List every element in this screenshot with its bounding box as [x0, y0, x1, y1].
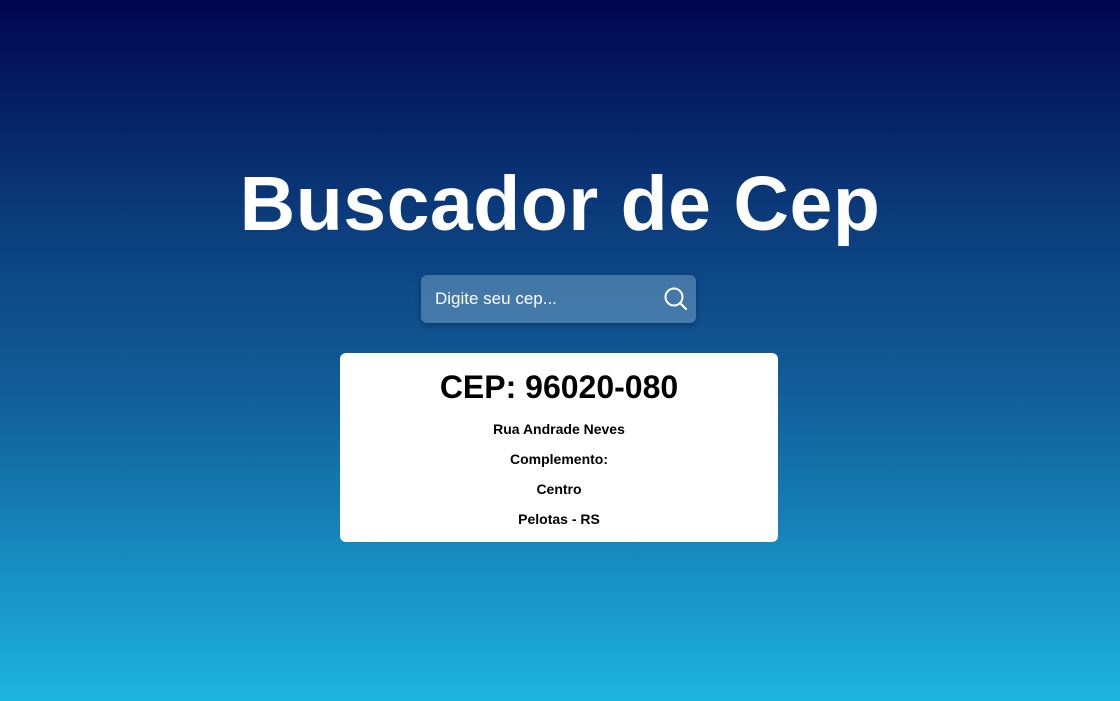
street-text: Rua Andrade Neves: [493, 421, 625, 437]
search-button[interactable]: [656, 275, 696, 323]
cep-search-input[interactable]: [421, 275, 656, 323]
city-state-text: Pelotas - RS: [518, 511, 600, 527]
complement-text: Complemento:: [510, 451, 608, 467]
district-text: Centro: [536, 481, 582, 497]
search-bar: [421, 275, 696, 323]
search-icon: [664, 287, 688, 311]
page-title: Buscador de Cep: [239, 161, 881, 247]
cep-heading: CEP: 96020-080: [439, 369, 679, 405]
cep-result-card: CEP: 96020-080 Rua Andrade Neves Complem…: [340, 353, 778, 542]
